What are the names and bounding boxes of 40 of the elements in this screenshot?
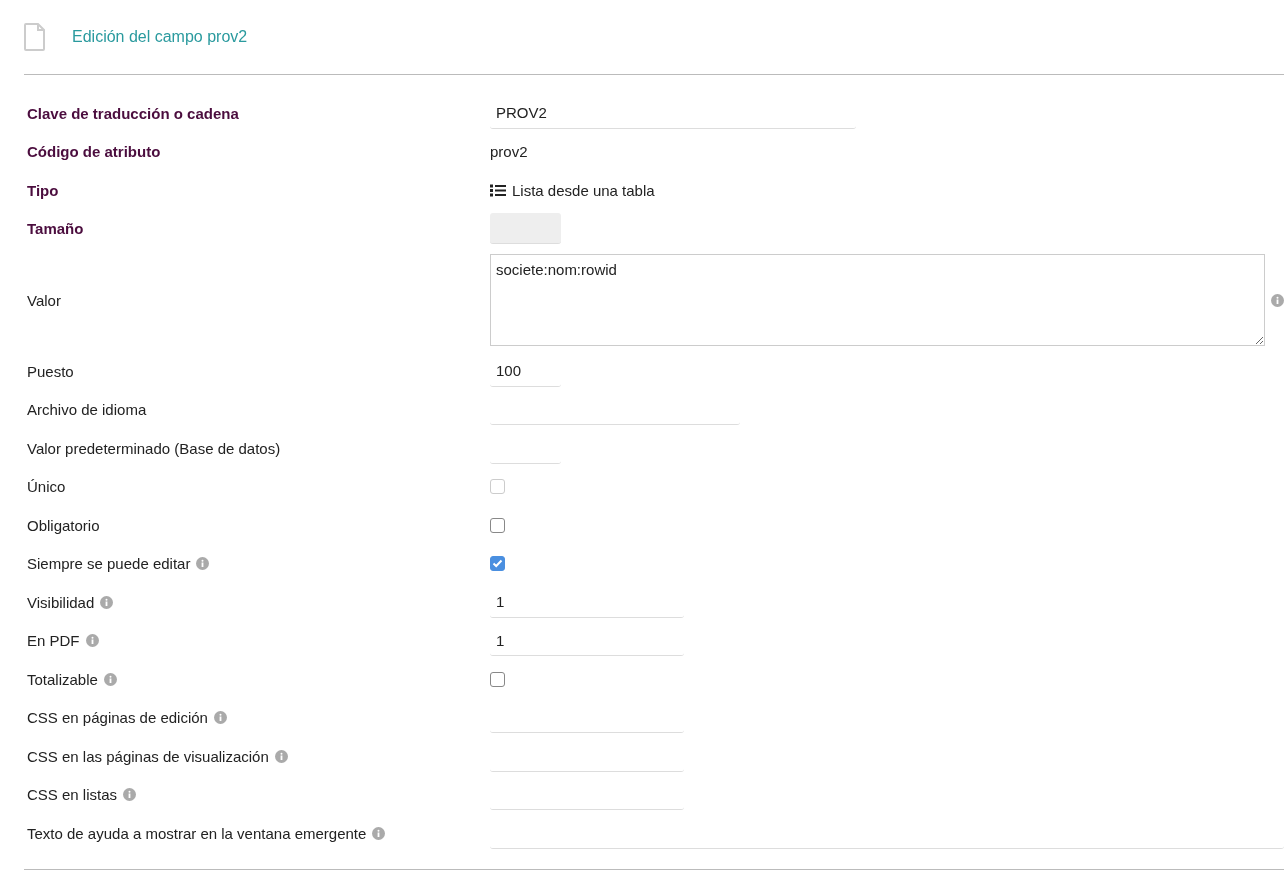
- info-icon: [1271, 293, 1284, 307]
- field-label: Valor predeterminado (Base de datos): [27, 439, 281, 457]
- field-label: Texto de ayuda a mostrar en la ventana emergente: [27, 824, 367, 842]
- field-label: Puesto: [27, 362, 74, 380]
- field-label: Tipo: [27, 181, 59, 199]
- input-field[interactable]: 1: [490, 625, 684, 657]
- field-label: Siempre se puede editar: [27, 555, 191, 573]
- field-label: En PDF: [27, 632, 80, 650]
- input-field[interactable]: 1: [490, 586, 684, 618]
- field-label: CSS en las páginas de visualización: [27, 747, 269, 765]
- input-field[interactable]: 100: [490, 355, 561, 387]
- info-icon: [213, 711, 227, 725]
- value-textarea[interactable]: societe:nom:rowid: [490, 254, 1265, 346]
- checkbox[interactable]: [490, 671, 505, 687]
- info-icon: [85, 634, 99, 648]
- list-icon: [490, 183, 506, 197]
- document-icon: [24, 23, 45, 51]
- info-icon: [103, 672, 117, 686]
- field-label: Archivo de idioma: [27, 401, 147, 419]
- field-label: Visibilidad: [27, 593, 95, 611]
- input-field[interactable]: PROV2: [490, 97, 856, 129]
- field-label: Único: [27, 478, 66, 496]
- info-icon: [372, 826, 386, 840]
- page-title: Edición del campo prov2: [72, 28, 248, 46]
- checkbox[interactable]: [490, 517, 505, 533]
- checkbox[interactable]: [490, 556, 505, 572]
- field-label: Valor: [27, 291, 61, 309]
- field-label: Tamaño: [27, 220, 84, 238]
- field-label: CSS en páginas de edición: [27, 709, 208, 727]
- type-value: Lista desde una tabla: [512, 181, 655, 199]
- attribute-code: prov2: [490, 143, 528, 161]
- field-label: CSS en listas: [27, 786, 118, 804]
- info-icon: [100, 595, 114, 609]
- field-label: Clave de traducción o cadena: [27, 104, 239, 122]
- info-icon: [123, 788, 137, 802]
- field-label: Código de atributo: [27, 143, 161, 161]
- field-label: Totalizable: [27, 670, 98, 688]
- info-icon: [274, 749, 288, 763]
- field-label: Obligatorio: [27, 516, 100, 534]
- info-icon: [196, 557, 210, 571]
